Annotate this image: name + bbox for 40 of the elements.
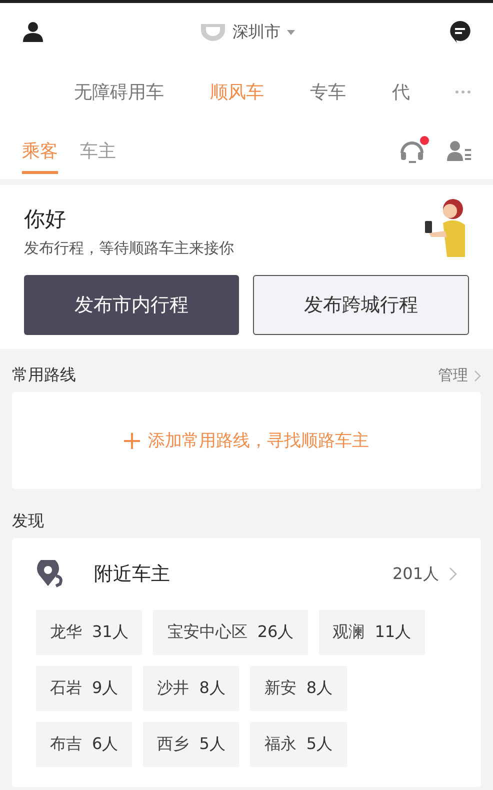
service-tab[interactable]: 代 — [392, 80, 410, 104]
caret-icon[interactable] — [286, 30, 294, 34]
manage-link[interactable]: 管理 — [438, 366, 468, 385]
area-name[interactable]: 布吉 — [50, 734, 82, 755]
area-name[interactable]: 石岩 — [50, 678, 82, 699]
area-name[interactable]: 福永 — [264, 734, 296, 755]
logo-icon — [198, 22, 226, 42]
area-name[interactable]: 沙井 — [157, 678, 190, 699]
area-name[interactable]: 龙华 — [50, 622, 82, 643]
area-count[interactable]: 8人 — [199, 678, 226, 699]
nearby-count[interactable]: 201人 — [392, 564, 439, 584]
area-count[interactable]: 11人 — [374, 622, 412, 643]
chevron-icon[interactable] — [474, 370, 481, 382]
area-name[interactable]: 新安 — [264, 678, 296, 699]
area-count[interactable]: 6人 — [92, 734, 118, 755]
plus-icon[interactable] — [124, 432, 140, 448]
area-count[interactable]: 8人 — [306, 678, 333, 699]
greeting-title: 你好 — [24, 206, 67, 233]
nearby-title: 附近车主 — [94, 562, 170, 587]
area-name[interactable]: 观澜 — [332, 622, 365, 643]
area-count[interactable]: 31人 — [92, 622, 128, 643]
service-tab[interactable]: 专车 — [310, 80, 346, 104]
chevron-icon[interactable] — [449, 567, 457, 581]
greeting-subtitle: 发布行程，等待顺路车主来接你 — [24, 239, 234, 258]
message-icon[interactable] — [449, 20, 471, 44]
area-count[interactable]: 26人 — [257, 622, 294, 643]
contacts-icon[interactable] — [447, 140, 471, 162]
area-count[interactable]: 5人 — [306, 734, 333, 755]
area-name[interactable]: 宝安中心区 — [167, 622, 248, 643]
profile-icon[interactable] — [22, 21, 44, 43]
publish-trip-button[interactable]: 发布市内行程 — [24, 275, 238, 335]
service-tab[interactable]: 无障碍用车 — [74, 80, 164, 104]
area-name[interactable]: 西乡 — [157, 734, 190, 755]
section-title: 发现 — [12, 511, 44, 532]
more-icon[interactable] — [455, 90, 471, 94]
area-count[interactable]: 9人 — [92, 678, 118, 699]
publish-trip-button[interactable]: 发布跨城行程 — [252, 275, 469, 335]
area-count[interactable]: 5人 — [199, 734, 226, 755]
city-selector[interactable]: 深圳市 — [232, 22, 280, 42]
section-title: 常用路线 — [12, 365, 76, 386]
